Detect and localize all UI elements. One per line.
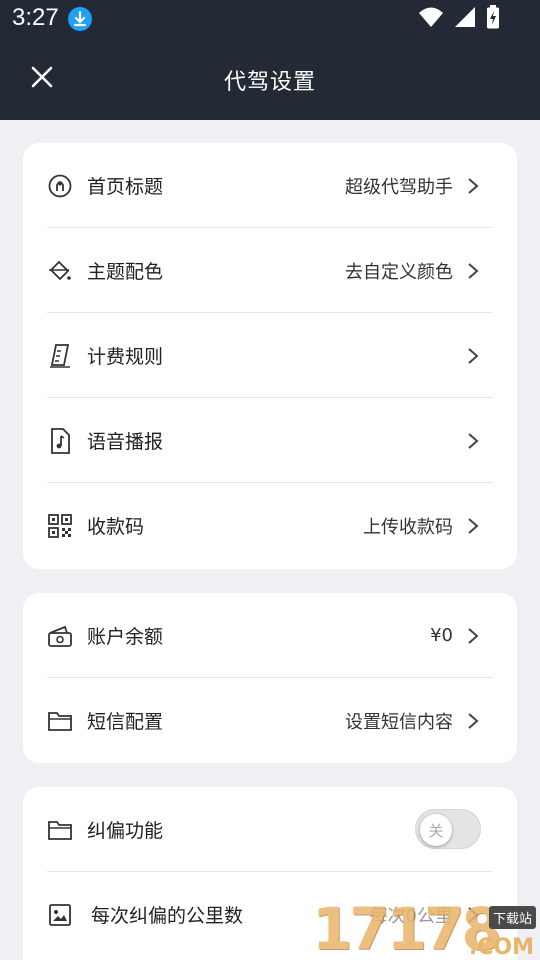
- folder-icon: [47, 817, 73, 843]
- row-value: ¥0: [430, 625, 453, 646]
- watermark-badge: 下载站: [488, 906, 536, 929]
- qr-code-icon: [47, 513, 73, 539]
- paint-bucket-icon: [47, 258, 73, 284]
- signal-icon: [454, 6, 476, 32]
- chevron-right-icon: [468, 712, 479, 729]
- settings-card-general: 首页标题 超级代驾助手 主题配色 去自定义颜色 计费规则 语音播报 收款码 上传…: [23, 143, 517, 569]
- wallet-icon: [47, 623, 73, 649]
- folder-icon: [47, 708, 73, 734]
- download-icon: [68, 7, 92, 31]
- ruler-icon: [47, 343, 73, 369]
- row-label: 收款码: [87, 516, 145, 538]
- row-account-balance[interactable]: 账户余额 ¥0: [23, 593, 517, 678]
- watermark-logo: 17178 下载站 .COM: [310, 898, 536, 960]
- row-theme-color[interactable]: 主题配色 去自定义颜色: [23, 228, 517, 313]
- photo-icon: [47, 902, 73, 928]
- status-time: 3:27: [12, 4, 59, 31]
- row-sms-config[interactable]: 短信配置 设置短信内容: [23, 678, 517, 763]
- row-voice-broadcast[interactable]: 语音播报: [23, 398, 517, 483]
- chevron-right-icon: [468, 432, 479, 449]
- row-label: 语音播报: [87, 431, 164, 453]
- row-label: 短信配置: [87, 711, 164, 733]
- watermark-suffix: .COM: [468, 935, 534, 960]
- row-label: 主题配色: [87, 261, 164, 283]
- row-label: 账户余额: [87, 626, 164, 648]
- status-bar: 3:27: [0, 0, 540, 38]
- row-home-title[interactable]: 首页标题 超级代驾助手: [23, 143, 517, 228]
- row-label: 计费规则: [87, 346, 164, 368]
- chevron-right-icon: [468, 517, 479, 534]
- toolbar: 代驾设置: [0, 38, 540, 120]
- page-title: 代驾设置: [223, 70, 316, 95]
- row-payment-code[interactable]: 收款码 上传收款码: [23, 483, 517, 568]
- row-value: 超级代驾助手: [345, 176, 453, 198]
- wifi-icon: [418, 6, 444, 32]
- row-billing-rules[interactable]: 计费规则: [23, 313, 517, 398]
- music-file-icon: [47, 427, 73, 454]
- row-value: 设置短信内容: [345, 711, 453, 733]
- chevron-right-icon: [468, 262, 479, 279]
- toggle-knob: 关: [420, 814, 452, 846]
- row-value: 上传收款码: [363, 516, 453, 538]
- chevron-right-icon: [468, 177, 479, 194]
- settings-card-account: 账户余额 ¥0 短信配置 设置短信内容: [23, 593, 517, 763]
- chevron-right-icon: [468, 627, 479, 644]
- row-label: 首页标题: [87, 176, 164, 198]
- row-value: 去自定义颜色: [345, 261, 453, 283]
- pin-icon: [47, 173, 73, 199]
- battery-charging-icon: [486, 5, 500, 33]
- row-correction: 纠偏功能 关: [23, 787, 517, 872]
- correction-toggle[interactable]: 关: [415, 809, 481, 849]
- chevron-right-icon: [468, 347, 479, 364]
